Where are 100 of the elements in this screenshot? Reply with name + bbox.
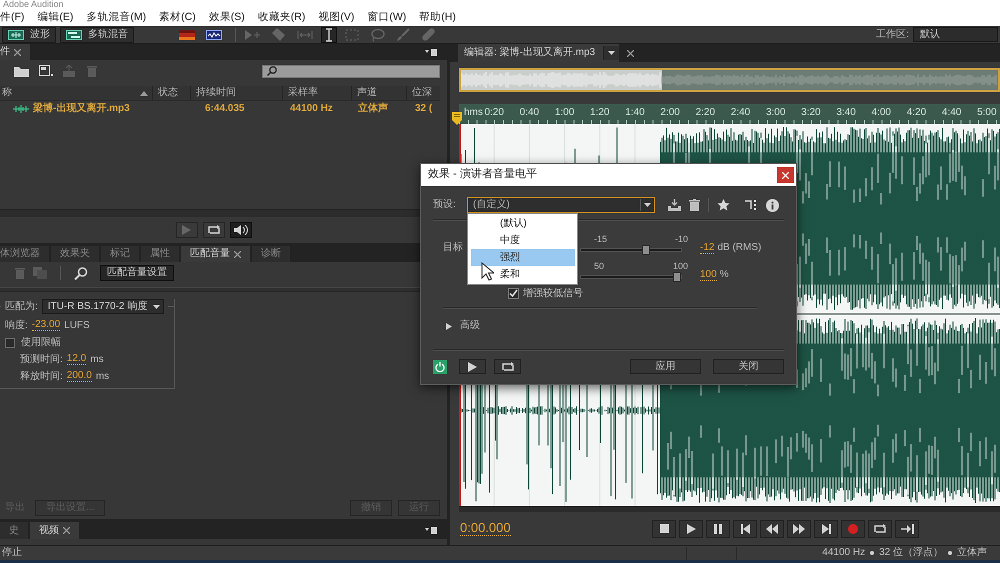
workspace-dropdown[interactable]: 默认: [913, 27, 998, 42]
menu-item[interactable]: 素材(C): [152, 10, 202, 25]
menu-item[interactable]: 收藏夹(R): [251, 10, 312, 25]
transport-button[interactable]: [706, 520, 730, 538]
download-icon[interactable]: [668, 199, 681, 211]
waveform-mode-icon: [8, 30, 24, 40]
trash-icon[interactable]: [689, 199, 700, 211]
time-display[interactable]: 0:00.000: [460, 521, 511, 536]
multitrack-mode-button[interactable]: 多轨混音: [60, 26, 134, 42]
close-icon[interactable]: [627, 50, 634, 56]
expand-triangle-icon[interactable]: [446, 322, 452, 330]
menu-item[interactable]: 效果(S): [202, 10, 252, 25]
time-label: 2:20: [696, 107, 716, 120]
slider-label: 目标: [443, 242, 463, 253]
preview-loop-button[interactable]: [494, 359, 521, 374]
waveform-mode-button[interactable]: 波形: [2, 26, 56, 42]
horizontal-scrollbar[interactable]: [459, 506, 1000, 512]
transport-button[interactable]: [814, 520, 838, 538]
table-cell: 44100 Hz: [290, 102, 333, 114]
transport-button[interactable]: [202, 222, 224, 238]
close-dialog-button[interactable]: 关闭: [713, 359, 784, 374]
settings-button[interactable]: 匹配音量设置: [100, 265, 174, 281]
value-field[interactable]: 12.0: [66, 354, 86, 365]
editor-tab[interactable]: 编辑器: 梁博-出现又离开.mp3: [458, 44, 620, 62]
close-icon[interactable]: [234, 250, 241, 258]
column-header[interactable]: 持续时间: [196, 87, 236, 99]
value-field[interactable]: 100: [700, 270, 717, 280]
panel-menu-icon[interactable]: [425, 527, 437, 534]
slider-thumb[interactable]: [642, 245, 650, 255]
panel-tab[interactable]: 诊断: [252, 246, 290, 262]
transport-button[interactable]: [787, 520, 811, 538]
tool-button[interactable]: [321, 26, 337, 42]
panel-tab[interactable]: 史: [0, 522, 28, 539]
checkbox[interactable]: [5, 338, 15, 348]
close-icon[interactable]: [14, 48, 21, 56]
advanced-toggle[interactable]: 高级: [460, 320, 480, 332]
playhead-marker-icon[interactable]: [452, 112, 462, 125]
panel-tab[interactable]: 标记: [101, 246, 139, 262]
preset-option[interactable]: 强烈: [471, 249, 575, 266]
value-field[interactable]: -12: [700, 242, 714, 254]
column-header[interactable]: 采样率: [288, 87, 318, 99]
preset-option[interactable]: 中度: [471, 232, 575, 249]
unit-label: LUFS: [64, 320, 90, 332]
search-icon: [267, 66, 277, 76]
menu-item[interactable]: 视图(V): [312, 10, 361, 25]
transport-button[interactable]: [733, 520, 757, 538]
preset-dropdown[interactable]: (自定义): [467, 197, 655, 213]
loudness-standard-dropdown[interactable]: ITU-R BS.1770-2 响度: [42, 299, 164, 314]
file-menu-button[interactable]: [603, 46, 620, 60]
panel-tab[interactable]: 件: [0, 44, 30, 60]
close-icon[interactable]: [63, 527, 70, 534]
panel-menu-icon[interactable]: [425, 48, 437, 56]
transport-button[interactable]: [230, 222, 252, 238]
menu-item[interactable]: 多轨混音(M): [80, 10, 153, 25]
sort-arrow-icon[interactable]: [140, 90, 148, 96]
column-header[interactable]: 位深: [412, 87, 432, 99]
file-name[interactable]: 梁博-出现又离开.mp3: [33, 102, 130, 114]
loop-icon: [206, 225, 220, 235]
slider-thumb[interactable]: [673, 272, 681, 282]
magnifier-icon[interactable]: [74, 266, 88, 280]
transport-button[interactable]: [868, 520, 892, 538]
checkbox[interactable]: [508, 288, 519, 299]
preset-option[interactable]: 柔和: [471, 266, 575, 283]
panel-tab[interactable]: 效果夹: [51, 246, 99, 262]
apply-button[interactable]: 应用: [630, 359, 701, 374]
panel-tab[interactable]: 体浏览器: [0, 246, 49, 262]
panel-tab[interactable]: 视频: [30, 522, 79, 539]
menu-item[interactable]: 窗口(W): [360, 10, 413, 25]
bullet-icon: [870, 551, 874, 555]
timeline-ruler[interactable]: hms0:20 0:40 1:00 1:20 1:40 2:00 2:20 2:40 3:00 3:20 3:40 4:00 4:20 4:40 5:00: [459, 104, 1000, 124]
time-label: 5:00: [977, 107, 997, 120]
value-field[interactable]: 200.0: [66, 371, 92, 382]
close-button[interactable]: [777, 167, 794, 183]
bracket-dots-icon[interactable]: [745, 199, 758, 211]
transport-button[interactable]: [679, 520, 703, 538]
preview-play-button[interactable]: [459, 359, 486, 374]
column-header[interactable]: 声道: [357, 87, 377, 99]
waveform-overview[interactable]: [459, 68, 1000, 92]
search-field[interactable]: [262, 64, 440, 78]
window-icon[interactable]: [39, 65, 53, 77]
time-label: 4:00: [872, 107, 891, 120]
folder-icon[interactable]: [14, 65, 29, 77]
power-button[interactable]: [433, 360, 447, 374]
preset-option[interactable]: (默认): [471, 215, 575, 232]
info-icon[interactable]: [766, 198, 779, 212]
menu-item[interactable]: 帮助(H): [412, 10, 462, 25]
column-header[interactable]: 称: [2, 87, 12, 99]
tick-label: -10: [674, 234, 688, 245]
panel-tab[interactable]: 属性: [141, 246, 179, 262]
time-label: 4:20: [906, 107, 926, 120]
menu-item[interactable]: 件(F): [0, 10, 31, 25]
table-cell: 6:44.035: [205, 102, 244, 114]
transport-button[interactable]: [760, 520, 784, 538]
panel-tab[interactable]: 匹配音量: [181, 246, 250, 262]
star-icon[interactable]: [717, 199, 730, 211]
transport-button[interactable]: [652, 520, 676, 538]
column-header[interactable]: 状态: [158, 87, 178, 99]
value-field[interactable]: -23.00: [32, 320, 60, 331]
menu-item[interactable]: 编辑(E): [30, 10, 80, 25]
transport-button[interactable]: [895, 520, 919, 538]
